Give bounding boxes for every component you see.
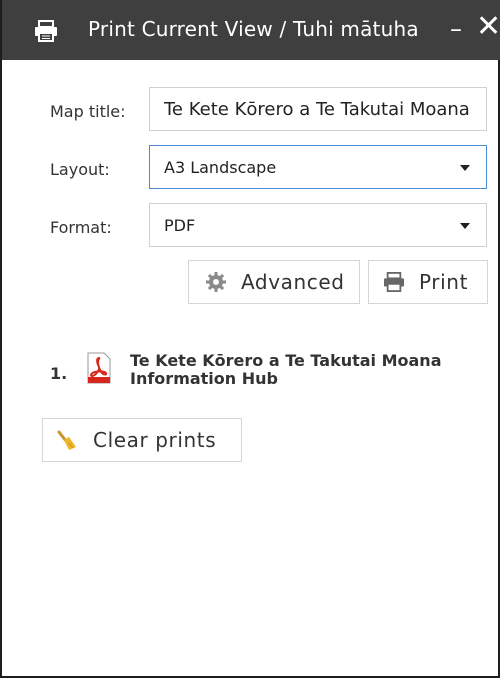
close-button[interactable]: ✕ — [476, 10, 500, 44]
map-title-label: Map title: — [50, 102, 126, 121]
print-button-label: Print — [419, 270, 469, 294]
print-icon — [35, 20, 57, 42]
format-select[interactable]: PDF — [149, 203, 487, 247]
result-title-link[interactable]: Te Kete Kōrero a Te Takutai Moana Inform… — [130, 352, 490, 388]
gear-icon — [206, 272, 226, 292]
advanced-button[interactable]: Advanced — [188, 260, 360, 304]
format-label: Format: — [50, 218, 112, 237]
result-number: 1. — [50, 364, 68, 383]
print-panel: Print Current View / Tuhi mātuha – ✕ Map… — [0, 0, 500, 678]
titlebar: Print Current View / Tuhi mātuha – ✕ — [2, 0, 500, 60]
clear-prints-label: Clear prints — [93, 428, 217, 452]
map-title-field[interactable] — [149, 87, 487, 131]
layout-select[interactable]: A3 Landscape — [149, 145, 487, 189]
layout-selected-value: A3 Landscape — [164, 158, 277, 177]
chevron-down-icon — [460, 165, 470, 171]
format-selected-value: PDF — [164, 216, 196, 235]
map-title-input[interactable] — [150, 88, 486, 130]
panel-title: Print Current View / Tuhi mātuha — [88, 17, 419, 41]
pdf-icon[interactable] — [86, 352, 112, 384]
broom-icon — [57, 430, 76, 450]
print-button[interactable]: Print — [368, 260, 488, 304]
chevron-down-icon — [460, 223, 470, 229]
print-icon — [384, 272, 404, 292]
minimize-button[interactable]: – — [450, 14, 462, 44]
layout-label: Layout: — [50, 160, 110, 179]
clear-prints-button[interactable]: Clear prints — [42, 418, 242, 462]
advanced-button-label: Advanced — [241, 270, 345, 294]
